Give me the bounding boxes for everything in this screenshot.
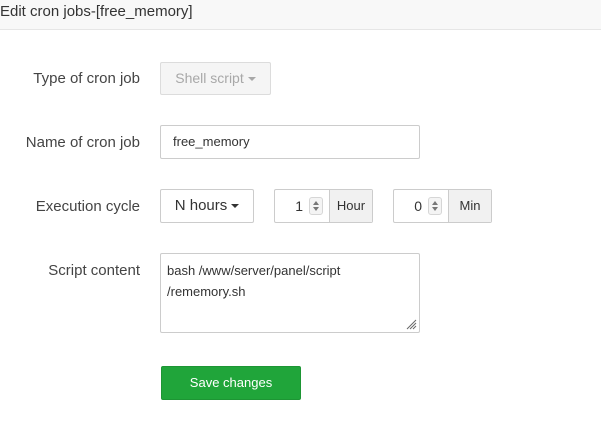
- dialog-title-bar[interactable]: Edit cron jobs-[free_memory]: [0, 0, 601, 30]
- arrow-down-icon: [313, 207, 319, 211]
- minutes-spinner[interactable]: [428, 197, 442, 215]
- hours-value: 1: [295, 198, 303, 214]
- script-line: /rememory.sh: [167, 284, 246, 299]
- cycle-label: Execution cycle: [35, 198, 140, 215]
- minutes-stepper: 0 Min: [393, 189, 492, 223]
- cron-name-input[interactable]: free_memory: [160, 125, 420, 159]
- minutes-field[interactable]: 0: [394, 190, 448, 222]
- dialog-title: Edit cron jobs-[free_memory]: [0, 3, 193, 20]
- arrow-down-icon: [432, 207, 438, 211]
- hours-field[interactable]: 1: [275, 190, 329, 222]
- chevron-down-icon: [231, 204, 240, 209]
- hours-spinner[interactable]: [309, 197, 323, 215]
- script-content-textarea[interactable]: bash /www/server/panel/script /rememory.…: [160, 253, 420, 333]
- minutes-unit-label: Min: [448, 190, 491, 222]
- cron-type-select: Shell script: [160, 62, 271, 95]
- script-label: Script content: [48, 262, 140, 279]
- name-label: Name of cron job: [25, 134, 140, 151]
- chevron-down-icon: [247, 77, 256, 82]
- type-label: Type of cron job: [33, 70, 140, 87]
- minutes-value: 0: [414, 198, 422, 214]
- arrow-up-icon: [432, 201, 438, 205]
- script-line: bash /www/server/panel/script: [167, 263, 341, 278]
- edit-cron-dialog: Edit cron jobs-[free_memory] Type of cro…: [0, 0, 601, 422]
- save-button[interactable]: Save changes: [161, 366, 301, 400]
- cycle-value: N hours: [174, 197, 228, 214]
- hours-stepper: 1 Hour: [274, 189, 373, 223]
- cron-type-value: Shell script: [175, 70, 244, 86]
- resize-grip-icon[interactable]: [405, 318, 417, 330]
- cycle-dropdown[interactable]: N hours: [160, 189, 254, 223]
- hours-unit-label: Hour: [329, 190, 372, 222]
- arrow-up-icon: [313, 201, 319, 205]
